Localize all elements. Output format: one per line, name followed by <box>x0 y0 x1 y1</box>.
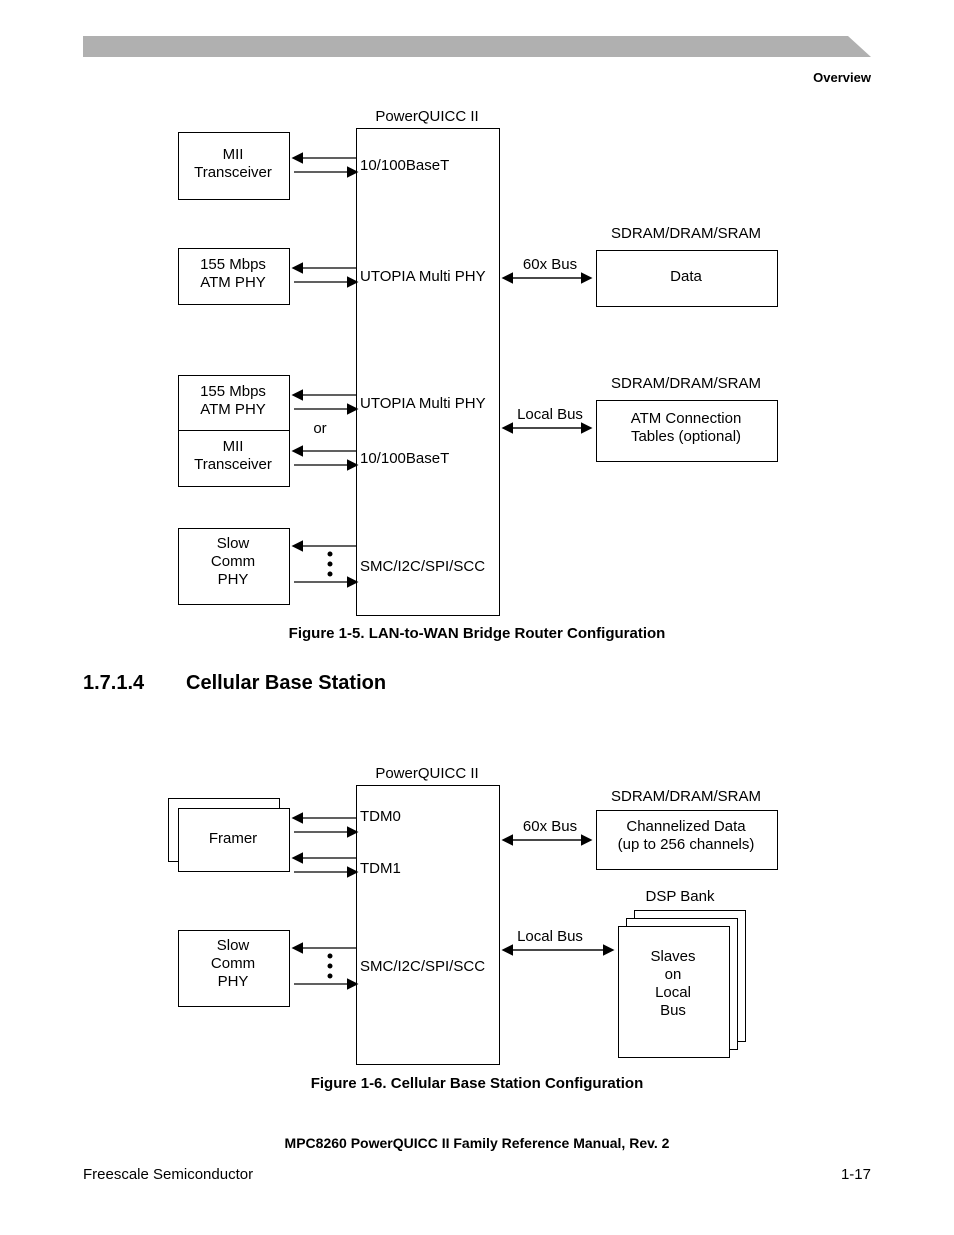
fig2-dots <box>320 952 340 982</box>
footer-title: MPC8260 PowerQUICC II Family Reference M… <box>0 1135 954 1151</box>
footer-right: 1-17 <box>841 1166 871 1183</box>
fig2-caption: Figure 1-6. Cellular Base Station Config… <box>0 1075 954 1092</box>
fig2-arrows <box>0 0 954 1100</box>
footer-left: Freescale Semiconductor <box>83 1166 253 1183</box>
